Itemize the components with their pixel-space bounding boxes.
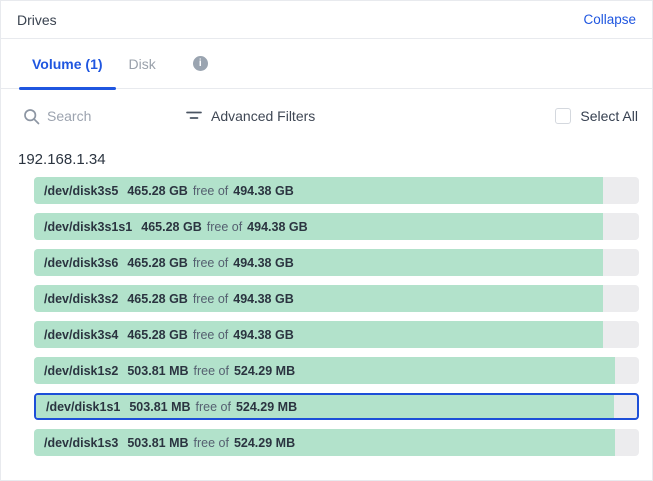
drive-row[interactable]: /dev/disk3s5 465.28 GB free of 494.38 GB [34, 177, 639, 204]
drive-row-text: /dev/disk1s3 503.81 MB free of 524.29 MB [34, 429, 639, 456]
toolbar: Advanced Filters Select All [23, 102, 638, 130]
total-value: 494.38 GB [233, 256, 293, 270]
select-all-control[interactable]: Select All [555, 108, 638, 124]
device-name: /dev/disk3s6 [44, 256, 118, 270]
total-value: 494.38 GB [233, 292, 293, 306]
filter-lines-icon [186, 110, 202, 122]
drive-row-text: /dev/disk1s1 503.81 MB free of 524.29 MB [36, 395, 637, 418]
free-of-label: free of [193, 184, 228, 198]
tab-disk-label: Disk [129, 56, 156, 72]
select-all-label: Select All [580, 108, 638, 124]
panel-title: Drives [17, 12, 57, 28]
advanced-filters-label: Advanced Filters [211, 108, 315, 124]
free-of-label: free of [196, 400, 231, 414]
free-value: 503.81 MB [127, 364, 188, 378]
drive-row-text: /dev/disk3s4 465.28 GB free of 494.38 GB [34, 321, 639, 348]
free-value: 465.28 GB [141, 220, 201, 234]
free-value: 465.28 GB [127, 184, 187, 198]
drive-row-text: /dev/disk3s6 465.28 GB free of 494.38 GB [34, 249, 639, 276]
tab-bar: Volume (1) Disk i [1, 39, 652, 89]
device-name: /dev/disk1s2 [44, 364, 118, 378]
device-name: /dev/disk1s1 [46, 400, 120, 414]
drive-list: /dev/disk3s5 465.28 GB free of 494.38 GB… [34, 177, 639, 456]
total-value: 494.38 GB [233, 184, 293, 198]
free-value: 465.28 GB [127, 292, 187, 306]
tab-volume[interactable]: Volume (1) [19, 39, 116, 88]
free-of-label: free of [194, 436, 229, 450]
device-name: /dev/disk1s3 [44, 436, 118, 450]
free-of-label: free of [194, 364, 229, 378]
search-box [23, 108, 186, 125]
advanced-filters-button[interactable]: Advanced Filters [186, 108, 315, 124]
total-value: 494.38 GB [247, 220, 307, 234]
total-value: 524.29 MB [236, 400, 297, 414]
drive-row[interactable]: /dev/disk1s1 503.81 MB free of 524.29 MB [34, 393, 639, 420]
free-of-label: free of [193, 328, 228, 342]
total-value: 524.29 MB [234, 364, 295, 378]
drive-row[interactable]: /dev/disk1s2 503.81 MB free of 524.29 MB [34, 357, 639, 384]
drive-row[interactable]: /dev/disk3s1s1 465.28 GB free of 494.38 … [34, 213, 639, 240]
drive-row-text: /dev/disk3s2 465.28 GB free of 494.38 GB [34, 285, 639, 312]
free-of-label: free of [193, 256, 228, 270]
collapse-link[interactable]: Collapse [583, 12, 636, 27]
total-value: 524.29 MB [234, 436, 295, 450]
drive-row-text: /dev/disk3s5 465.28 GB free of 494.38 GB [34, 177, 639, 204]
device-name: /dev/disk3s1s1 [44, 220, 132, 234]
free-of-label: free of [193, 292, 228, 306]
tab-disk[interactable]: Disk [116, 39, 169, 88]
info-icon[interactable]: i [193, 56, 208, 71]
drive-row[interactable]: /dev/disk1s3 503.81 MB free of 524.29 MB [34, 429, 639, 456]
free-value: 465.28 GB [127, 328, 187, 342]
free-value: 503.81 MB [127, 436, 188, 450]
drive-row-text: /dev/disk3s1s1 465.28 GB free of 494.38 … [34, 213, 639, 240]
host-ip: 192.168.1.34 [18, 151, 636, 168]
drive-row[interactable]: /dev/disk3s2 465.28 GB free of 494.38 GB [34, 285, 639, 312]
free-of-label: free of [207, 220, 242, 234]
device-name: /dev/disk3s5 [44, 184, 118, 198]
total-value: 494.38 GB [233, 328, 293, 342]
search-icon [23, 108, 40, 125]
drive-row[interactable]: /dev/disk3s6 465.28 GB free of 494.38 GB [34, 249, 639, 276]
search-input[interactable] [47, 108, 167, 124]
select-all-checkbox[interactable] [555, 108, 571, 124]
panel-header: Drives Collapse [1, 1, 652, 39]
drive-row[interactable]: /dev/disk3s4 465.28 GB free of 494.38 GB [34, 321, 639, 348]
free-value: 503.81 MB [129, 400, 190, 414]
free-value: 465.28 GB [127, 256, 187, 270]
device-name: /dev/disk3s4 [44, 328, 118, 342]
drives-panel: Drives Collapse Volume (1) Disk i Advanc… [0, 0, 653, 481]
drive-row-text: /dev/disk1s2 503.81 MB free of 524.29 MB [34, 357, 639, 384]
device-name: /dev/disk3s2 [44, 292, 118, 306]
tab-volume-label: Volume (1) [32, 56, 103, 72]
